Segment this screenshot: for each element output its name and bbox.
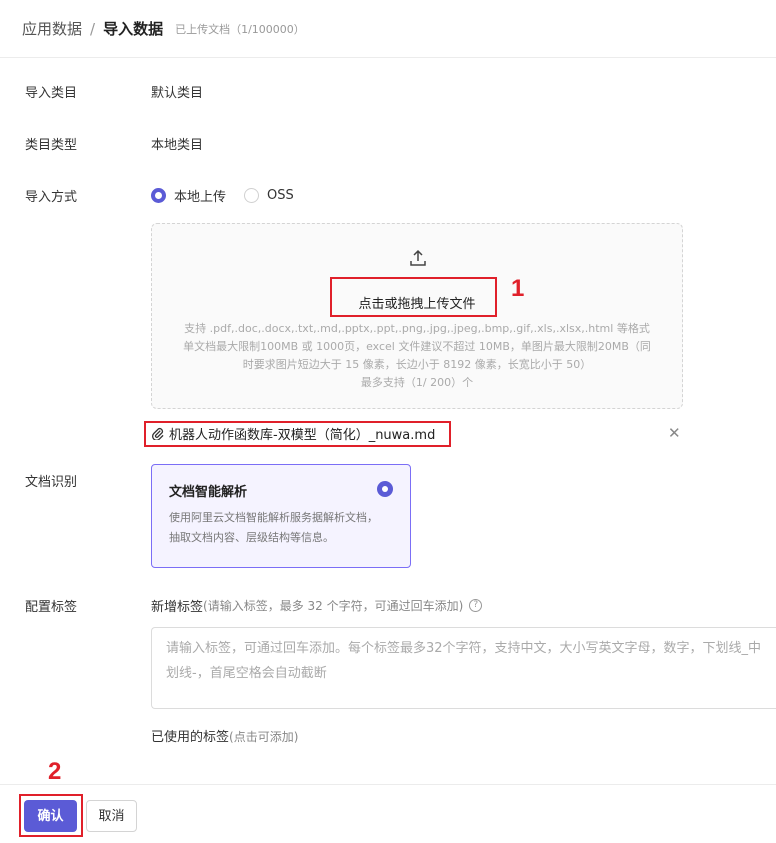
- page-header: 应用数据 / 导入数据 已上传文档（1/100000）: [0, 0, 776, 58]
- doc-recognition-label: 文档识别: [25, 475, 78, 490]
- new-tag-title: 新增标签: [151, 600, 204, 615]
- page-title: 导入数据: [103, 20, 164, 38]
- footer-divider: [0, 784, 776, 785]
- upload-hint-max: 最多支持（1/ 200）个: [360, 376, 474, 389]
- close-icon[interactable]: ✕: [668, 424, 681, 442]
- upload-hint-formats: 支持 .pdf,.doc,.docx,.txt,.md,.pptx,.ppt,.…: [184, 322, 650, 335]
- help-icon[interactable]: ?: [469, 599, 483, 612]
- annotation-box-1: [330, 277, 497, 317]
- cancel-button[interactable]: 取消: [86, 800, 137, 832]
- upload-hint-limits-2: 时要求图片短边大于 15 像素，长边小于 8192 像素，长宽比小于 50）: [242, 358, 592, 371]
- radio-local-upload-label[interactable]: 本地上传: [174, 186, 226, 205]
- annotation-number-2: 2: [48, 758, 62, 785]
- category-type-value: 本地类目: [151, 138, 204, 153]
- upload-count: 已上传文档（1/100000）: [175, 22, 305, 36]
- annotation-box-file: [144, 421, 451, 447]
- radio-local-upload[interactable]: [151, 188, 166, 203]
- breadcrumb-separator: /: [90, 19, 96, 38]
- radio-oss-label[interactable]: OSS: [267, 188, 294, 203]
- doc-smart-parse-card[interactable]: 文档智能解析 使用阿里云文档智能解析服务据解析文档，抽取文档内容、层级结构等信息…: [151, 464, 411, 568]
- radio-oss[interactable]: [244, 188, 260, 203]
- annotation-number-1: 1: [511, 275, 525, 302]
- new-tag-hint: (请输入标签，最多 32 个字符，可通过回车添加): [203, 599, 464, 613]
- breadcrumb-app-data[interactable]: 应用数据: [22, 18, 82, 39]
- category-type-label: 类目类型: [25, 138, 78, 153]
- import-method-label: 导入方式: [25, 190, 78, 205]
- import-method-radio-group: 本地上传 OSS: [151, 186, 312, 205]
- confirm-button[interactable]: 确认: [24, 800, 77, 832]
- used-tags-heading: 已使用的标签(点击可添加): [151, 726, 298, 745]
- upload-hint-limits: 单文档最大限制100MB 或 1000页，excel 文件建议不超过 10MB，…: [183, 340, 651, 353]
- category-label: 导入类目: [25, 86, 78, 101]
- used-tags-title: 已使用的标签: [151, 730, 230, 745]
- new-tag-heading: 新增标签 (请输入标签，最多 32 个字符，可通过回车添加) ?: [151, 596, 483, 615]
- tag-input[interactable]: 请输入标签，可通过回车添加。每个标签最多32个字符，支持中文，大小写英文字母，数…: [151, 627, 776, 709]
- tags-label: 配置标签: [25, 600, 78, 615]
- used-tags-hint: (点击可添加): [229, 730, 299, 744]
- card-title: 文档智能解析: [169, 485, 248, 500]
- category-value: 默认类目: [151, 86, 204, 101]
- upload-icon: [410, 249, 426, 266]
- radio-checked-icon[interactable]: [377, 481, 393, 497]
- card-description: 使用阿里云文档智能解析服务据解析文档，抽取文档内容、层级结构等信息。: [169, 511, 378, 544]
